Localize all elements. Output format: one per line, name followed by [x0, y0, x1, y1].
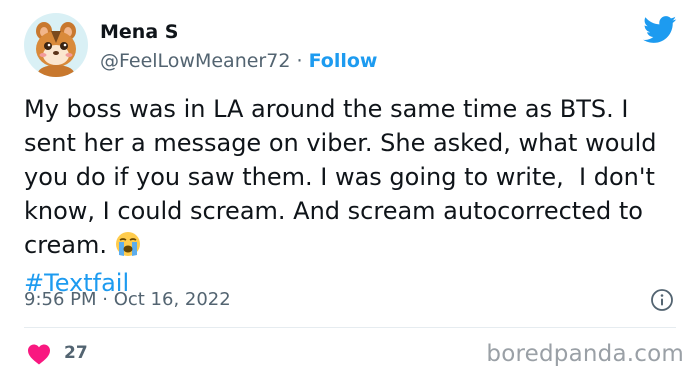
follow-button[interactable]: Follow — [309, 50, 378, 72]
twitter-bird-icon[interactable] — [643, 16, 677, 44]
squirrel-avatar-icon — [36, 22, 76, 77]
tweet-timestamp[interactable]: 9:56 PM · Oct 16, 2022 — [24, 287, 231, 313]
info-icon[interactable] — [650, 288, 674, 312]
avatar[interactable] — [24, 13, 88, 77]
divider — [24, 327, 676, 328]
like-count: 27 — [64, 343, 88, 363]
author-handle-row: @FeelLowMeaner72 · Follow — [100, 48, 377, 74]
separator-dot: · — [296, 50, 303, 72]
author-name[interactable]: Mena S — [100, 20, 178, 44]
loudly-crying-face-icon — [115, 231, 141, 266]
tweet-text: My boss was in LA around the same time a… — [24, 92, 684, 300]
watermark: boredpanda.com — [486, 341, 684, 367]
heart-icon[interactable] — [27, 343, 51, 365]
author-handle[interactable]: @FeelLowMeaner72 — [100, 50, 290, 72]
